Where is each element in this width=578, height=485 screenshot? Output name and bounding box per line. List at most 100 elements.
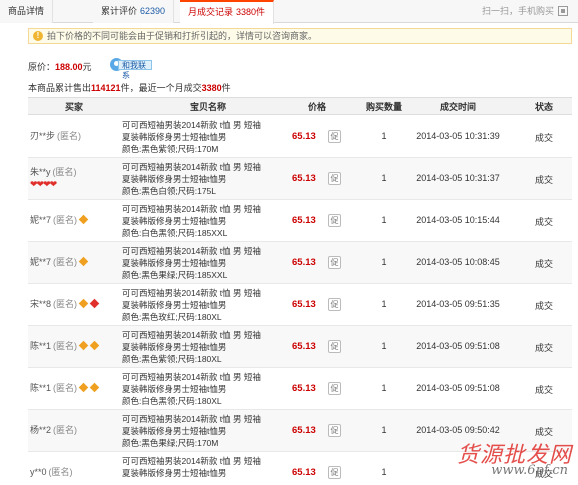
qr-code-icon[interactable] [558,6,568,16]
item-cell[interactable]: 可可西短袖男装2014新款 t恤 男 短袖 夏装韩版修身男士短袖t恤男 颜色:黑色玫… [122,287,294,323]
item-variant: 颜色:黑色果绿;尺码:170M [122,438,219,448]
item-title-line2: 夏装韩版修身男士短袖t恤男 [122,300,227,310]
item-cell[interactable]: 可可西短袖男装2014新款 t恤 男 短袖 夏装韩版修身男士短袖t恤男 颜色:黑色果… [122,413,294,449]
item-title-line1: 可可西短袖男装2014新款 t恤 男 短袖 [122,204,261,214]
buyer-cell: 妮**7 (匿名) [30,256,118,268]
buyer-cell: 杨**2 (匿名) [30,424,118,436]
item-cell[interactable]: 可可西短袖男装2014新款 t恤 男 短袖 夏装韩版修身男士短袖t恤男 颜色:黑色紫… [122,329,294,365]
status-cell: 成交 [534,385,553,395]
column-buyer: 买家 [64,102,83,112]
buyer-name: 陈**1 [30,383,52,393]
item-cell[interactable]: 可可西短袖男装2014新款 t恤 男 短袖 夏装韩版修身男士短袖t恤男 颜色:白色黑… [122,203,294,239]
buyer-name: 妮**7 [30,215,52,225]
original-price-value: 188.00 [55,62,83,72]
item-cell[interactable]: 可可西短袖男装2014新款 t恤 男 短袖 夏装韩版修身男士短袖t恤男 颜色:黑色果… [122,245,294,281]
status-cell: 成交 [534,175,553,185]
vip-diamond-icon [78,298,89,309]
price-cell: 65.13 [292,425,316,436]
buyer-name: 朱**y [30,167,51,177]
transaction-list: 刃**步 (匿名) 可可西短袖男装2014新款 t恤 男 短袖 夏装韩版修身男士短袖… [28,116,572,485]
anonymous-label: (匿名) [53,215,78,225]
column-item: 宝贝名称 [189,102,226,112]
vip-diamond-icon [78,256,89,267]
quantity-cell: 1 [381,257,387,267]
sales-summary: 本商品累计售出114121件，最近一个月成交3380件 [28,82,231,94]
column-price: 价格 [307,102,326,112]
quantity-cell: 1 [381,131,387,141]
promo-badge: 促 [328,214,341,227]
seller-badge-icon [89,298,100,309]
time-cell: 2014-03-05 10:31:37 [416,173,500,183]
item-title-line2: 夏装韩版修身男士短袖t恤男 [122,468,227,478]
anonymous-label: (匿名) [53,341,78,351]
table-row: 宋**8 (匿名) 可可西短袖男装2014新款 t恤 男 短袖 夏装韩版修身男士短袖… [28,284,572,326]
anonymous-label: (匿名) [57,131,82,141]
time-cell: 2014-03-05 09:50:42 [416,425,500,435]
quantity-cell: 1 [381,383,387,393]
column-time: 成交时间 [439,102,476,112]
vip-diamond-icon [78,214,89,225]
info-icon: ! [33,31,43,41]
item-variant: 颜色:白色黑领;尺码:185XXL [122,228,228,238]
buyer-cell: 陈**1 (匿名) [30,340,118,352]
buyer-name: 杨**2 [30,425,52,435]
tab-product-details[interactable]: 商品详情 [0,0,54,23]
status-cell: 成交 [534,259,553,269]
item-variant: 颜色:黑色紫领;尺码:170M [122,144,219,154]
buyer-name: 宋**8 [30,299,52,309]
anonymous-label: (匿名) [53,425,78,435]
item-cell[interactable]: 可可西短袖男装2014新款 t恤 男 短袖 夏装韩版修身男士短袖t恤男 颜色:黑色紫… [122,119,294,155]
promo-badge: 促 [328,172,341,185]
time-cell: 2014-03-05 10:08:45 [416,257,500,267]
vip-diamond-icon [78,382,89,393]
column-quantity: 购买数量 [365,102,402,112]
status-cell: 成交 [534,133,553,143]
item-title-line1: 可可西短袖男装2014新款 t恤 男 短袖 [122,456,261,466]
table-row: 妮**7 (匿名) 可可西短袖男装2014新款 t恤 男 短袖 夏装韩版修身男士短袖… [28,242,572,284]
price-cell: 65.13 [292,131,316,142]
item-title-line1: 可可西短袖男装2014新款 t恤 男 短袖 [122,162,261,172]
anonymous-label: (匿名) [53,257,78,267]
contact-seller-button[interactable]: 和我联系 [110,58,152,80]
price-unit: 元 [82,62,92,72]
scan-to-buy[interactable]: 扫一扫，手机购买 [482,0,554,23]
quantity-cell: 1 [381,215,387,225]
item-cell[interactable]: 可可西短袖男装2014新款 t恤 男 短袖 夏装韩版修身男士短袖t恤男 颜色:白色黑… [122,371,294,407]
item-title-line2: 夏装韩版修身男士短袖t恤男 [122,342,227,352]
time-cell: 2014-03-05 09:51:35 [416,299,500,309]
item-title-line2: 夏装韩版修身男士短袖t恤男 [122,384,227,394]
buyer-name: 陈**1 [30,341,52,351]
tab-bar: 商品详情 累计评价 62390 月成交记录 3380件 扫一扫，手机购买 [0,0,578,24]
tab-reviews[interactable]: 累计评价 62390 [93,0,175,23]
time-cell: 2014-03-05 10:31:39 [416,131,500,141]
item-title-line1: 可可西短袖男装2014新款 t恤 男 短袖 [122,246,261,256]
promo-badge: 促 [328,382,341,395]
price-cell: 65.13 [292,299,316,310]
price-cell: 65.13 [292,257,316,268]
vip-diamond-icon [89,340,100,351]
buyer-name: y**0 [30,467,47,477]
table-row: 朱**y (匿名) ❤❤❤❤ 可可西短袖男装2014新款 t恤 男 短袖 夏装韩版修身… [28,158,572,200]
promo-badge: 促 [328,130,341,143]
anonymous-label: (匿名) [52,167,77,177]
item-cell[interactable]: 可可西短袖男装2014新款 t恤 男 短袖 夏装韩版修身男士短袖t恤男 [122,455,294,479]
item-cell[interactable]: 可可西短袖男装2014新款 t恤 男 短袖 夏装韩版修身男士短袖t恤男 颜色:黑色白… [122,161,294,197]
anonymous-label: (匿名) [53,299,78,309]
status-cell: 成交 [534,343,553,353]
price-cell: 65.13 [292,383,316,394]
vip-diamond-icon [89,382,100,393]
anonymous-label: (匿名) [48,467,73,477]
table-header: 买家 宝贝名称 价格 购买数量 成交时间 状态 [28,97,572,115]
sales-count: 3380件 [236,7,266,17]
buyer-cell: 宋**8 (匿名) [30,298,118,310]
promo-badge: 促 [328,424,341,437]
item-title-line1: 可可西短袖男装2014新款 t恤 男 短袖 [122,330,261,340]
tab-label: 商品详情 [8,6,45,16]
quantity-cell: 1 [381,341,387,351]
item-variant: 颜色:黑色玫红;尺码:180XL [122,312,222,322]
item-variant: 颜色:黑色紫领;尺码:180XL [122,354,222,364]
status-cell: 成交 [534,217,553,227]
price-notice: ! 拍下价格的不同可能会由于促销和打折引起的，详情可以咨询商家。 [28,28,572,44]
tab-monthly-sales[interactable]: 月成交记录 3380件 [180,0,275,24]
buyer-credit-hearts-icon: ❤❤❤❤ [30,179,57,189]
